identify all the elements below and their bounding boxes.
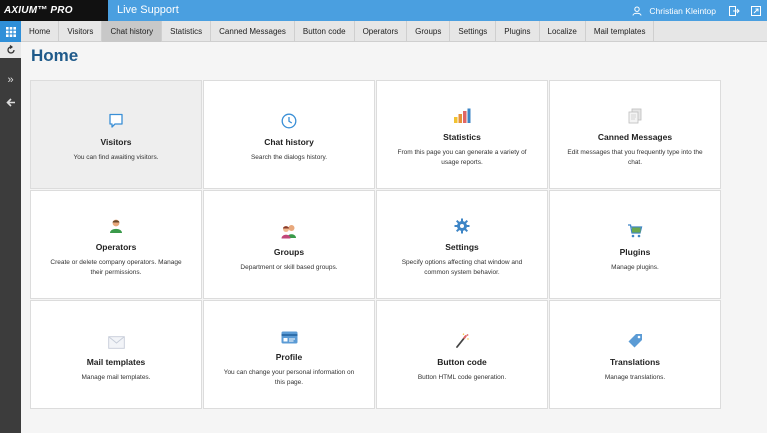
tab-mail-templates[interactable]: Mail templates xyxy=(586,21,655,42)
card-operators[interactable]: Operators Create or delete company opera… xyxy=(30,190,202,299)
card-description: Edit messages that you frequently type i… xyxy=(567,149,703,166)
card-description: Search the dialogs history. xyxy=(250,153,328,161)
envelope-icon xyxy=(107,335,125,349)
card-canned-messages[interactable]: Canned Messages Edit messages that you f… xyxy=(549,80,721,189)
tab-statistics[interactable]: Statistics xyxy=(162,21,212,42)
card-title: Profile xyxy=(275,352,303,362)
grid-icon xyxy=(5,26,16,37)
main-tab-bar: Home Visitors Chat history Statistics Ca… xyxy=(21,21,767,42)
logout-icon[interactable] xyxy=(729,5,740,16)
card-title: Canned Messages xyxy=(597,132,673,142)
refresh-button[interactable] xyxy=(0,42,21,58)
tab-visitors[interactable]: Visitors xyxy=(59,21,103,42)
card-profile[interactable]: Profile You can change your personal inf… xyxy=(203,300,375,409)
magic-wand-icon xyxy=(456,333,469,348)
card-title: Button code xyxy=(437,356,487,367)
card-description: Manage mail templates. xyxy=(81,373,151,381)
app-logo: AXIUM™ PRO xyxy=(0,0,108,21)
card-description: You can change your personal information… xyxy=(223,369,355,386)
refresh-icon xyxy=(6,45,15,54)
card-title: Visitors xyxy=(100,136,132,147)
app-title: Live Support xyxy=(117,4,179,16)
card-title: Operators xyxy=(95,242,137,252)
card-title: Chat history xyxy=(264,136,314,147)
back-button[interactable] xyxy=(0,94,21,110)
card-description: You can find awaiting visitors. xyxy=(73,153,159,161)
card-mail-templates[interactable]: Mail templates Manage mail templates. xyxy=(30,300,202,409)
apps-grid-button[interactable] xyxy=(0,21,21,42)
tab-canned-messages[interactable]: Canned Messages xyxy=(211,21,295,42)
double-chevron-right-icon: » xyxy=(7,74,14,86)
tab-button-code[interactable]: Button code xyxy=(295,21,355,42)
card-title: Translations xyxy=(609,356,661,367)
top-bar: AXIUM™ PRO Live Support Christian Kleint… xyxy=(0,0,767,21)
card-groups[interactable]: Groups Department or skill based groups. xyxy=(203,190,375,299)
card-title: Mail templates xyxy=(86,356,146,367)
user-area: Christian Kleintop xyxy=(632,0,761,21)
card-description: Manage translations. xyxy=(604,373,666,381)
tab-settings[interactable]: Settings xyxy=(450,21,497,42)
user-name[interactable]: Christian Kleintop xyxy=(649,6,716,16)
card-description: Department or skill based groups. xyxy=(240,263,338,271)
card-button-code[interactable]: Button code Button HTML code generation. xyxy=(376,300,548,409)
card-description: Specify options affecting chat window an… xyxy=(401,259,523,276)
card-title: Settings xyxy=(445,242,479,252)
card-chat-history[interactable]: Chat history Search the dialogs history. xyxy=(203,80,375,189)
card-title: Plugins xyxy=(619,246,651,257)
documents-icon xyxy=(628,108,642,124)
card-settings[interactable]: Settings Specify options affecting chat … xyxy=(376,190,548,299)
tab-home[interactable]: Home xyxy=(21,21,60,42)
fullscreen-icon[interactable] xyxy=(751,5,761,16)
operator-icon xyxy=(110,219,122,233)
card-description: Manage plugins. xyxy=(611,263,659,271)
tab-groups[interactable]: Groups xyxy=(407,21,451,42)
card-translations[interactable]: Translations Manage translations. xyxy=(549,300,721,409)
tab-operators[interactable]: Operators xyxy=(355,21,408,42)
user-icon xyxy=(632,6,642,16)
card-plugins[interactable]: Plugins Manage plugins. xyxy=(549,190,721,299)
clock-icon xyxy=(281,113,297,129)
card-description: From this page you can generate a variet… xyxy=(397,149,527,166)
group-icon xyxy=(281,224,296,239)
id-card-icon xyxy=(281,331,297,344)
tab-localize[interactable]: Localize xyxy=(540,21,586,42)
arrow-left-icon xyxy=(5,97,15,107)
card-title: Groups xyxy=(273,246,305,257)
card-description: Create or delete company operators. Mana… xyxy=(50,259,182,276)
tab-chat-history[interactable]: Chat history xyxy=(102,21,163,42)
tab-plugins[interactable]: Plugins xyxy=(496,21,540,42)
page-title: Home xyxy=(31,46,79,65)
cart-icon xyxy=(628,224,643,238)
card-description: Button HTML code generation. xyxy=(417,373,507,381)
gear-icon xyxy=(454,218,470,234)
expand-sidebar-button[interactable]: » xyxy=(0,72,21,88)
bar-chart-icon xyxy=(454,108,471,123)
card-visitors[interactable]: Visitors You can find awaiting visitors. xyxy=(30,80,202,189)
card-statistics[interactable]: Statistics From this page you can genera… xyxy=(376,80,548,189)
dashboard-grid: Visitors You can find awaiting visitors.… xyxy=(30,80,721,409)
card-title: Statistics xyxy=(443,132,481,142)
chat-bubble-icon xyxy=(109,113,123,128)
tag-icon xyxy=(628,333,642,348)
